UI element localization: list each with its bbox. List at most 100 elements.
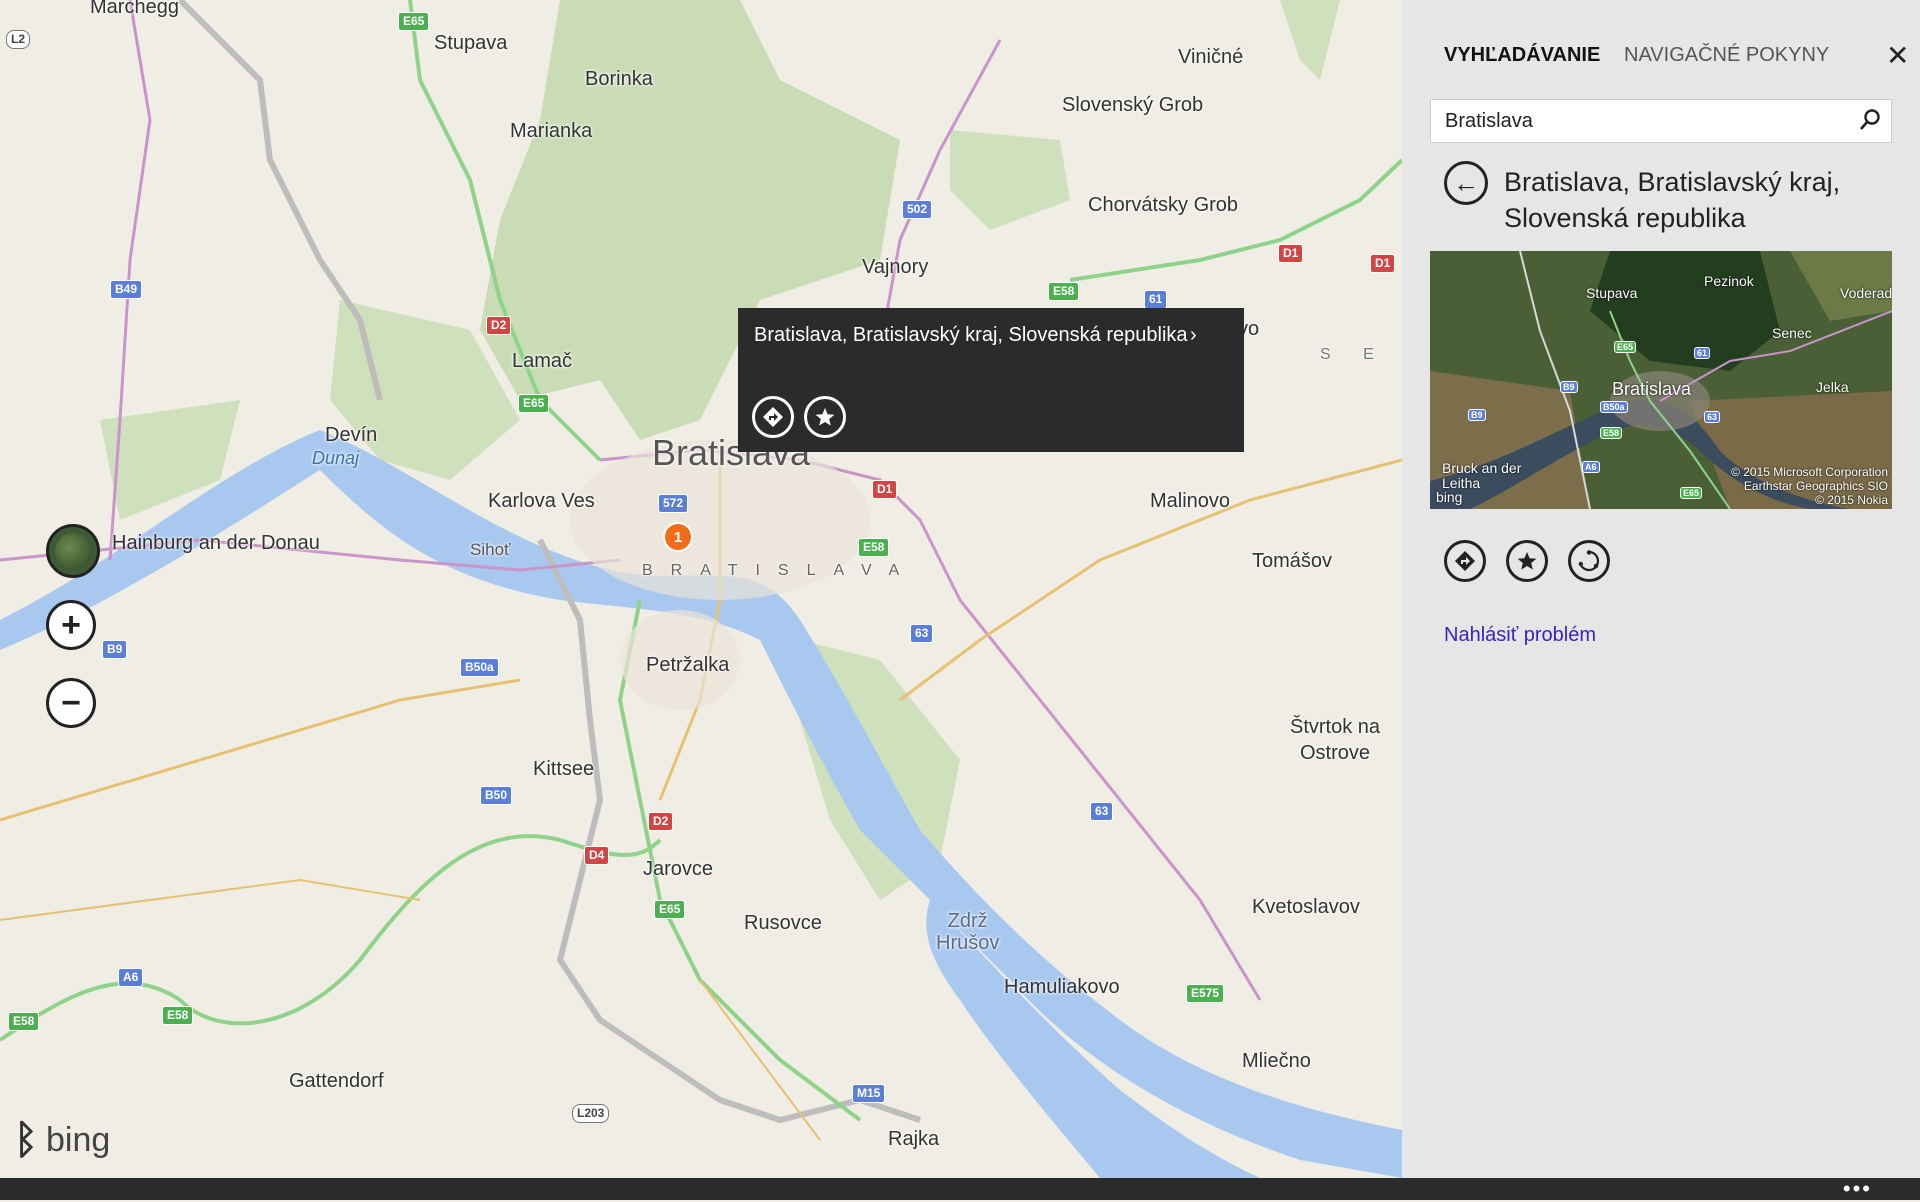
road-shield: E58	[1048, 282, 1080, 301]
road-shield: E58	[8, 1012, 40, 1031]
road-shield: B49	[110, 280, 143, 299]
close-icon: ✕	[1886, 40, 1910, 71]
map-label-jarovce: Jarovce	[643, 858, 714, 880]
bing-logo-text: bing	[46, 1121, 111, 1159]
directions-icon	[1455, 551, 1475, 571]
thumb-label-jelka: Jelka	[1816, 379, 1849, 395]
road-shield: L203	[572, 1104, 610, 1123]
road-shield: D2	[648, 812, 674, 831]
map-label-mliecno: Mliečno	[1242, 1050, 1311, 1072]
place-title: Bratislava, Bratislavský kraj, Slovenská…	[1504, 167, 1841, 233]
road-shield: E65	[654, 900, 686, 919]
map-label-hamuliakovo: Hamuliakovo	[1004, 976, 1120, 998]
aerial-thumbnail[interactable]: Stupava Pezinok Voderad Senec Bratislava…	[1430, 251, 1892, 509]
thumb-label-senec: Senec	[1772, 325, 1812, 341]
thumb-label-pezinok: Pezinok	[1704, 273, 1754, 289]
aerial-view-toggle-button[interactable]	[46, 524, 100, 578]
thumb-road-shield: 61	[1694, 347, 1711, 359]
map-label-marianka: Marianka	[510, 120, 593, 142]
report-problem-link[interactable]: Nahlásiť problém	[1444, 624, 1596, 647]
road-shield: B9	[102, 640, 128, 659]
favorite-button[interactable]	[804, 396, 846, 438]
road-shield: D1	[1278, 244, 1304, 263]
zoom-in-button[interactable]: +	[46, 600, 96, 650]
map-label-borinka: Borinka	[585, 68, 653, 90]
thumb-label-voderad: Voderad	[1840, 285, 1892, 301]
map-label-lamac: Lamač	[512, 350, 573, 372]
thumb-label-bratislava: Bratislava	[1612, 379, 1692, 399]
road-shield: 61	[1144, 290, 1168, 309]
favorite-icon	[1517, 552, 1537, 570]
thumb-road-shield: E58	[1600, 427, 1623, 439]
road-shield: B50a	[460, 658, 499, 677]
app-bar: •••	[0, 1176, 1920, 1202]
map-label-zdrz-hrusov: Zdrž Hrušov	[936, 910, 1000, 954]
panel-favorite-button[interactable]	[1506, 540, 1548, 582]
road-shield: E65	[518, 394, 550, 413]
map-label-hainburg: Hainburg an der Donau	[112, 532, 320, 554]
tab-search[interactable]: VYHĽADÁVANIE	[1444, 44, 1600, 67]
search-result-pin[interactable]: 1	[663, 522, 693, 552]
map-label-petrzalka: Petržalka	[646, 654, 730, 676]
map-label-karlova-ves: Karlova Ves	[488, 490, 595, 512]
road-shield: E58	[858, 538, 890, 557]
road-shield: L2	[6, 30, 31, 49]
map-label-district: BRATISLAVA	[642, 562, 918, 579]
map-label-malinovo: Malinovo	[1150, 490, 1231, 512]
road-shield: E65	[398, 12, 430, 31]
road-shield: B50	[480, 786, 513, 805]
map-label-kvetoslavov: Kvetoslavov	[1252, 896, 1360, 918]
thumb-copyright: © 2015 Microsoft Corporation Earthstar G…	[1731, 465, 1888, 507]
map-label-stvrtok: Štvrtok na Ostrove	[1290, 716, 1381, 764]
bing-logo-icon: ᛒ	[14, 1118, 38, 1162]
zoom-out-button[interactable]: −	[46, 678, 96, 728]
directions-button[interactable]	[752, 396, 794, 438]
road-shield: E575	[1186, 984, 1225, 1003]
search-box[interactable]	[1430, 99, 1892, 143]
map-label-chorvatsky-grob: Chorvátsky Grob	[1088, 194, 1239, 216]
road-shield: 502	[902, 200, 933, 219]
map-label-vinicne: Viničné	[1178, 46, 1244, 68]
map-label-gattendorf: Gattendorf	[289, 1070, 384, 1092]
more-options-button[interactable]: •••	[1843, 1176, 1872, 1202]
road-shield: D1	[872, 480, 898, 499]
map-label-river: Dunaj	[312, 448, 360, 468]
tab-directions[interactable]: NAVIGAČNÉ POKYNY	[1624, 44, 1829, 67]
panel-share-button[interactable]	[1568, 540, 1610, 582]
thumb-label-stupava: Stupava	[1586, 285, 1638, 301]
thumb-road-shield: B50a	[1600, 401, 1628, 413]
road-shield: 572	[658, 494, 689, 513]
map-label-devin: Devín	[325, 424, 378, 446]
map-label-region-fragment: S E N	[1320, 346, 1402, 363]
map-label-sihot: Sihoť	[470, 540, 511, 559]
map-label-rusovce: Rusovce	[744, 912, 822, 934]
bing-logo: ᛒ bing	[14, 1118, 110, 1163]
favorite-icon	[815, 408, 835, 426]
road-shield: D2	[486, 316, 512, 335]
chevron-right-icon[interactable]: ›	[1190, 324, 1197, 347]
back-button[interactable]: ←	[1444, 161, 1488, 205]
search-input[interactable]	[1431, 100, 1859, 142]
map-label-marchegg: Marchegg	[90, 0, 179, 18]
close-button[interactable]: ✕	[1886, 42, 1909, 70]
thumb-label-bruck: Bruck an der Leitha	[1442, 460, 1522, 491]
side-panel: VYHĽADÁVANIE NAVIGAČNÉ POKYNY ✕ ← Bratis…	[1402, 0, 1920, 1178]
map-canvas[interactable]: Marchegg Stupava Borinka Marianka Viničn…	[0, 0, 1402, 1178]
road-shield: M15	[852, 1084, 886, 1103]
thumb-road-shield: E65	[1614, 341, 1637, 353]
location-popup[interactable]: Bratislava, Bratislavský kraj, Slovenská…	[738, 308, 1244, 452]
search-icon[interactable]	[1859, 108, 1881, 138]
thumb-road-shield: A6	[1582, 461, 1600, 473]
thumb-bing-logo: bing	[1436, 489, 1463, 505]
panel-directions-button[interactable]	[1444, 540, 1486, 582]
map-label-stupava: Stupava	[434, 32, 508, 54]
thumb-road-shield: E65	[1680, 487, 1703, 499]
road-shield: A6	[118, 968, 144, 987]
thumb-road-shield: 63	[1704, 411, 1721, 423]
popup-title[interactable]: Bratislava, Bratislavský kraj, Slovenská…	[754, 324, 1188, 347]
map-label-rajka: Rajka	[888, 1128, 940, 1150]
road-shield: D1	[1370, 254, 1396, 273]
road-shield: 63	[910, 624, 934, 643]
thumb-road-shield: B9	[1560, 381, 1578, 393]
map-label-kittsee: Kittsee	[533, 758, 595, 780]
